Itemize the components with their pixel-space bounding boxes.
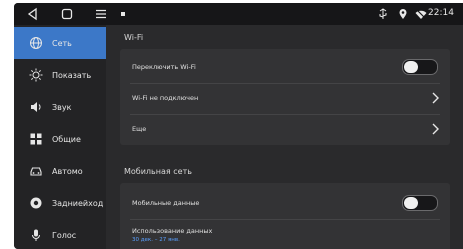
sidebar-item-label: Автомо <box>52 166 83 176</box>
data-usage-period: 30 дек. – 27 янв. <box>132 237 180 243</box>
mobile-section-title: Мобильная сеть <box>124 167 192 176</box>
sidebar-item-reverse[interactable]: Задниейход <box>14 187 106 219</box>
sidebar-item-display[interactable]: Показать <box>14 59 106 91</box>
settings-content: Wi-Fi Переключить Wi-Fi Wi-Fi не подключ… <box>106 25 463 249</box>
status-bar: 22:14 <box>14 3 463 25</box>
location-icon <box>399 9 407 19</box>
camera-icon <box>28 195 44 211</box>
sidebar-item-label: Сеть <box>52 38 72 48</box>
mobile-data-row[interactable]: Мобильные данные <box>120 189 450 217</box>
wifi-card: Переключить Wi-Fi Wi-Fi не подключен Еще <box>120 49 450 145</box>
toggle-knob <box>404 197 418 209</box>
sidebar-item-network[interactable]: Сеть <box>14 27 106 59</box>
status-time: 22:14 <box>428 8 454 18</box>
wifi-section-title: Wi-Fi <box>124 33 144 42</box>
mobile-data-toggle[interactable] <box>402 195 438 211</box>
mobile-card: Мобильные данные Использование данных 30… <box>120 183 450 249</box>
sidebar-item-car[interactable]: Автомо <box>14 155 106 187</box>
wifi-toggle-label: Переключить Wi-Fi <box>132 63 196 71</box>
sidebar-item-label: Голос <box>52 230 77 240</box>
sidebar-item-label: Звук <box>52 102 72 112</box>
usb-icon <box>379 8 387 19</box>
wifi-status-row[interactable]: Wi-Fi не подключен <box>120 84 450 112</box>
wifi-toggle[interactable] <box>402 59 438 75</box>
microphone-icon <box>28 227 44 243</box>
wifi-status-label: Wi-Fi не подключен <box>132 94 199 102</box>
sidebar-item-voice[interactable]: Голос <box>14 219 106 249</box>
toggle-knob <box>404 61 418 73</box>
data-usage-row[interactable]: Использование данных 30 дек. – 27 янв. <box>120 223 450 249</box>
apps-icon <box>28 131 44 147</box>
home-icon[interactable] <box>60 7 74 21</box>
globe-icon <box>28 35 44 51</box>
chevron-right-icon <box>432 123 439 135</box>
notification-dot-icon <box>121 12 125 16</box>
sidebar-item-label: Общие <box>52 134 81 144</box>
back-icon[interactable] <box>26 7 40 21</box>
sidebar-item-general[interactable]: Общие <box>14 123 106 155</box>
menu-icon[interactable] <box>94 7 108 21</box>
speaker-icon <box>28 99 44 115</box>
device-screen: 22:14 Сеть Показать Звук Общие Автомо За… <box>14 3 463 249</box>
settings-sidebar: Сеть Показать Звук Общие Автомо Задниейх… <box>14 25 106 249</box>
chevron-right-icon <box>432 92 439 104</box>
sidebar-item-label: Задниейход <box>52 198 104 208</box>
brightness-icon <box>28 67 44 83</box>
wifi-more-row[interactable]: Еще <box>120 115 450 143</box>
mobile-data-label: Мобильные данные <box>132 199 200 207</box>
sidebar-item-label: Показать <box>52 70 92 80</box>
data-usage-label: Использование данных <box>132 227 213 235</box>
divider <box>130 219 440 220</box>
sidebar-item-sound[interactable]: Звук <box>14 91 106 123</box>
car-icon <box>28 163 44 179</box>
wifi-toggle-row[interactable]: Переключить Wi-Fi <box>120 53 450 81</box>
wifi-more-label: Еще <box>132 125 147 133</box>
wifi-off-icon <box>415 8 427 20</box>
